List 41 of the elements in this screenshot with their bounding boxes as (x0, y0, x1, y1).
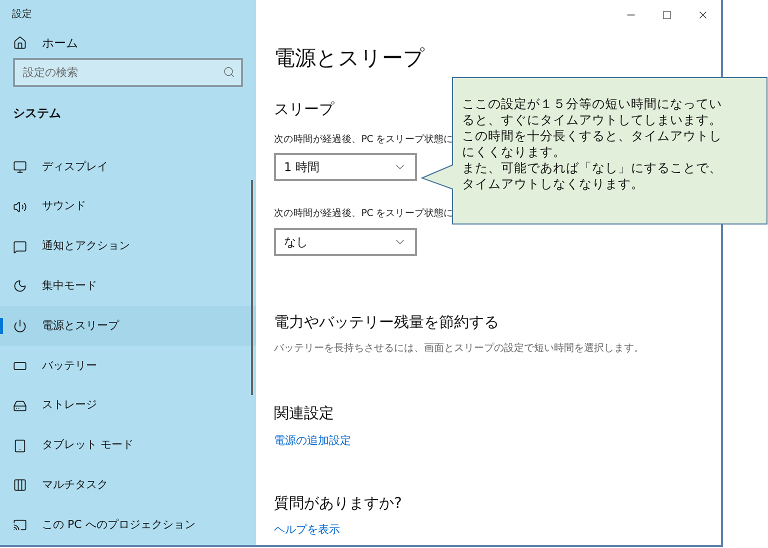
cast-icon (13, 518, 27, 532)
window-title: 設定 (11, 8, 33, 22)
help-link[interactable]: ヘルプを表示 (274, 522, 721, 538)
maximize-icon (662, 10, 672, 20)
message-icon (13, 240, 27, 254)
speaker-icon (13, 200, 27, 214)
section-heading: スリープ (274, 98, 334, 120)
power-icon (13, 319, 27, 334)
callout-text: ここの設定が１５分等の短い時間になってい ると、すぐにタイムアウトしてしまいます。 この時間を十分長くすると、タイムアウトし にくくなります。 また、可能であれば「なし」にすることで、 タイムアウトしなくなります。 (462, 96, 722, 192)
moon-icon (13, 279, 27, 294)
sidebar-item[interactable]: この PC へのプロジェクション (0, 505, 256, 545)
sidebar-item[interactable]: 通知とアクション (0, 226, 256, 266)
sidebar-item[interactable]: ディスプレイ (0, 147, 256, 187)
dropdown[interactable]: 1 時間 (274, 153, 417, 182)
setting-label: 次の時間が経過後、PC をスリープ状態に (274, 207, 454, 222)
sidebar-item[interactable]: サウンド (0, 186, 256, 227)
section-title: システム (12, 105, 62, 122)
setting-label: 次の時間が経過後、PC をスリープ状態に (274, 133, 454, 147)
page-title: 電源とスリープ (274, 45, 426, 72)
sidebar-item[interactable]: タブレット モード (0, 426, 256, 466)
section-heading: 関連設定 (274, 403, 335, 424)
dropdown[interactable]: なし (274, 228, 417, 256)
home-item[interactable]: ホーム (0, 32, 256, 54)
power-settings-link[interactable]: 電源の追加設定 (274, 432, 721, 449)
search-icon (223, 66, 235, 78)
section-heading: 質問がありますか? (274, 493, 403, 514)
drive-icon (13, 398, 27, 413)
search-field[interactable]: 設定の検索 (13, 58, 243, 88)
close-icon (697, 9, 709, 21)
sidebar-item[interactable]: 集中モード (0, 266, 256, 306)
sidebar-item[interactable]: 電源とスリープ (0, 306, 256, 346)
section-heading: 電力やバッテリー残量を節約する (274, 312, 500, 332)
selection-bar (0, 318, 3, 334)
sidebar-item[interactable]: マルチタスク (0, 465, 256, 506)
sidebar-item[interactable]: ストレージ (0, 386, 256, 426)
columns-icon (13, 478, 27, 492)
sidebar-item[interactable]: バッテリー (0, 346, 256, 386)
home-icon (13, 36, 27, 50)
tablet-icon (13, 438, 27, 452)
description: バッテリーを長持ちさせるには、画面とスリープの設定で短い時間を選択します。 (274, 342, 645, 356)
monitor-icon (13, 160, 27, 174)
